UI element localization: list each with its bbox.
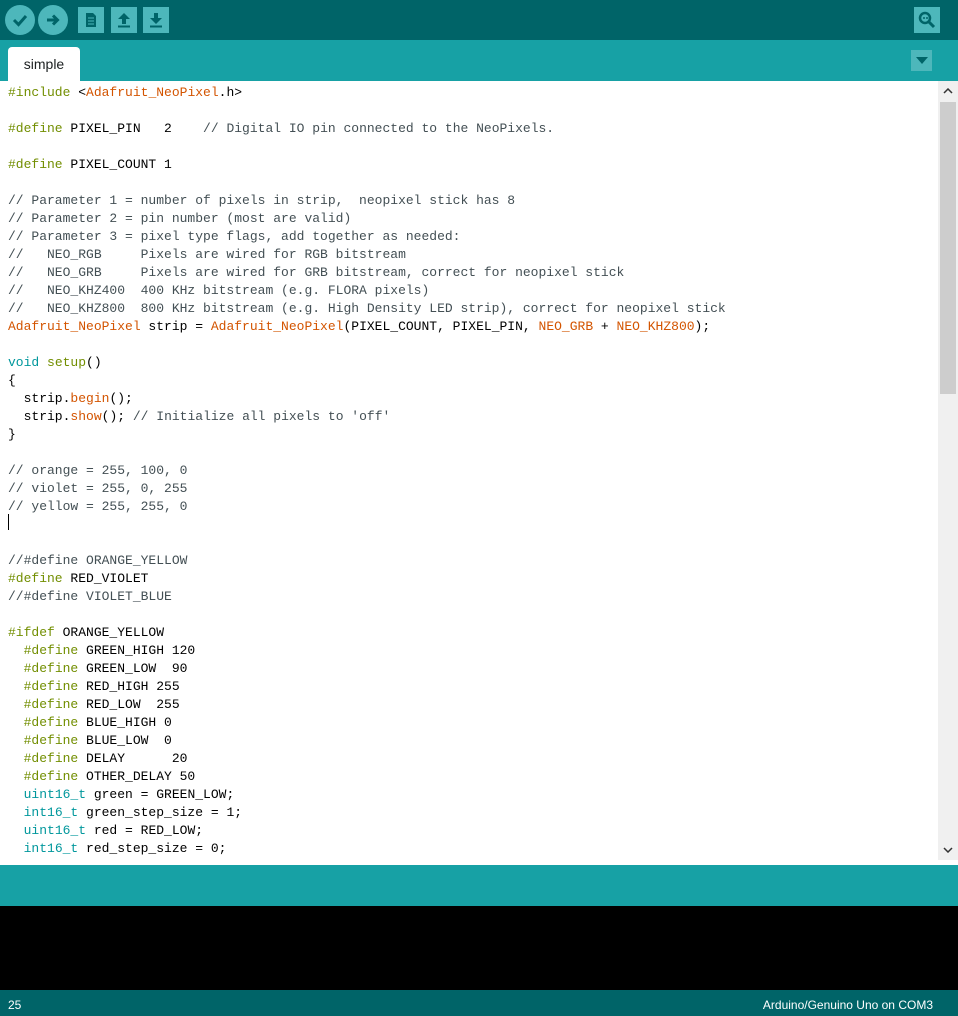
tab-menu-button[interactable] [911,50,932,71]
magnifier-icon [918,11,936,29]
code-line: #define PIXEL_PIN 2 // Digital IO pin co… [8,121,555,136]
code-line: // Parameter 3 = pixel type flags, add t… [8,229,461,244]
code-line: #define RED_LOW 255 [23,697,180,712]
code-line: #define PIXEL_COUNT 1 [8,157,172,172]
code-line: // NEO_KHZ800 800 KHz bitstream (e.g. Hi… [8,301,726,316]
code-line: #define GREEN_HIGH 120 [23,643,196,658]
status-bar: 25 Arduino/Genuino Uno on COM3 [0,990,958,1016]
code-line: void setup() [8,355,102,370]
open-button[interactable] [111,7,137,33]
arrow-right-icon [47,14,60,26]
vertical-scrollbar[interactable] [938,81,958,860]
new-button[interactable] [78,7,104,33]
text-caret [8,514,9,530]
code-line: Adafruit_NeoPixel strip = Adafruit_NeoPi… [8,319,711,334]
serial-monitor-button[interactable] [914,7,940,33]
verify-button[interactable] [5,5,35,35]
code-line: // NEO_KHZ400 400 KHz bitstream (e.g. FL… [8,283,430,298]
code-line: #ifdef ORANGE_YELLOW [8,625,165,640]
code-line: #include <Adafruit_NeoPixel.h> [8,85,243,100]
code-line: #define GREEN_LOW 90 [23,661,188,676]
chevron-up-icon [943,88,953,94]
chevron-down-icon [943,847,953,853]
code-line: #define DELAY 20 [23,751,188,766]
code-line: //#define VIOLET_BLUE [8,589,172,604]
scroll-down-button[interactable] [938,840,958,860]
arrow-up-icon [118,13,130,28]
console-output [0,906,958,990]
code-line: int16_t green_step_size = 1; [23,805,243,820]
code-line: // violet = 255, 0, 255 [8,481,188,496]
checkmark-icon [12,15,28,27]
code-line: #define BLUE_LOW 0 [23,733,172,748]
code-line: // orange = 255, 100, 0 [8,463,188,478]
line-number: 25 [8,998,22,1012]
code-line: } [8,427,16,442]
code-text: #include <Adafruit_NeoPixel.h> #define PI… [8,84,726,858]
chevron-down-icon [915,56,928,64]
tab-bar: simple [0,40,958,81]
scroll-up-button[interactable] [938,81,958,101]
code-line: // Parameter 2 = pin number (most are va… [8,211,352,226]
code-line: // yellow = 255, 255, 0 [8,499,188,514]
code-editor[interactable]: #include <Adafruit_NeoPixel.h> #define PI… [0,81,938,860]
code-line: #define RED_HIGH 255 [23,679,180,694]
document-icon [86,13,96,27]
scrollbar-thumb[interactable] [940,102,956,394]
board-info: Arduino/Genuino Uno on COM3 [762,998,933,1012]
code-line: // NEO_RGB Pixels are wired for RGB bits… [8,247,406,262]
code-line: uint16_t red = RED_LOW; [23,823,204,838]
save-button[interactable] [143,7,169,33]
code-line: // NEO_GRB Pixels are wired for GRB bits… [8,265,625,280]
code-line: uint16_t green = GREEN_LOW; [23,787,235,802]
code-line: { [8,373,16,388]
upload-button[interactable] [38,5,68,35]
code-line: strip.show(); // Initialize all pixels t… [8,409,391,424]
code-line: #define BLUE_HIGH 0 [23,715,172,730]
code-line: // Parameter 1 = number of pixels in str… [8,193,516,208]
code-line: strip.begin(); [8,391,133,406]
tab-simple[interactable]: simple [8,47,80,81]
message-bar [0,865,958,906]
code-line: #define RED_VIOLET [8,571,149,586]
arrow-down-icon [150,13,162,28]
code-line: int16_t red_step_size = 0; [23,841,227,856]
code-line: #define OTHER_DELAY 50 [23,769,196,784]
toolbar [0,0,958,40]
code-line: //#define ORANGE_YELLOW [8,553,188,568]
